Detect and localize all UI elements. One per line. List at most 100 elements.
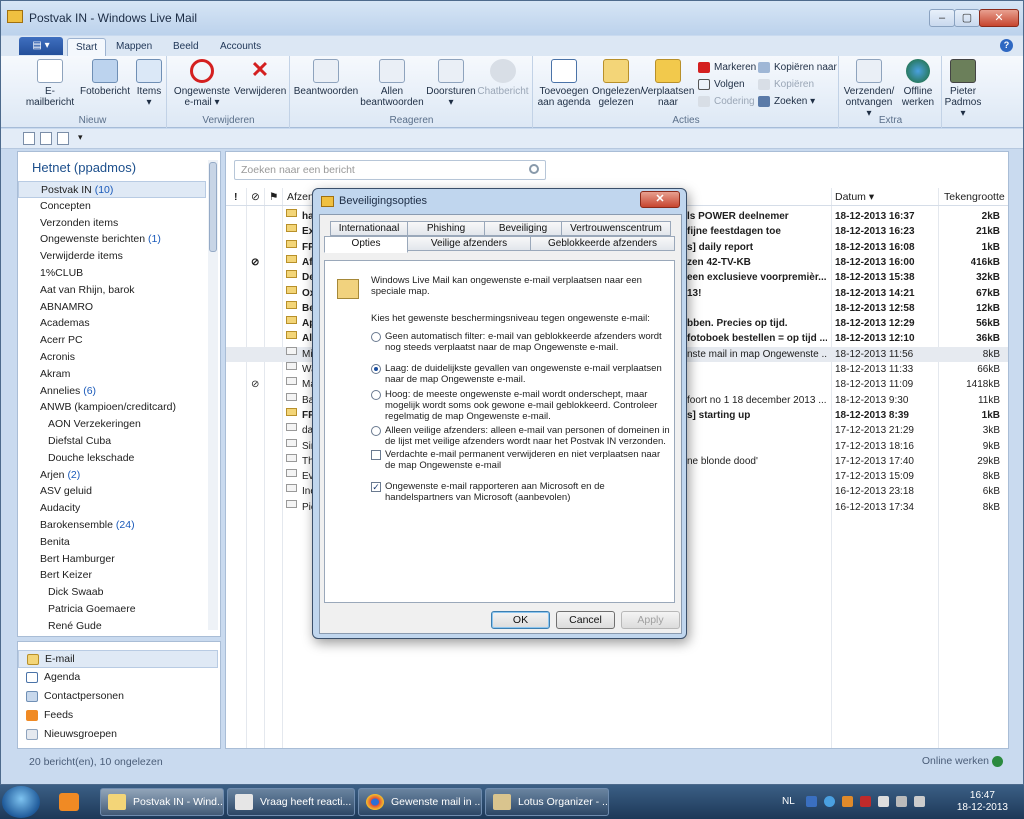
language-indicator[interactable]: NL [782, 796, 795, 807]
follow-button[interactable]: Volgen [698, 77, 745, 93]
copy-button[interactable]: Kopiëren [758, 77, 814, 93]
volume-icon[interactable] [914, 796, 925, 807]
folder-item[interactable]: AON Verzekeringen [18, 416, 206, 433]
folder-item[interactable]: Ongewenste berichten (1) [18, 231, 206, 248]
folder-item[interactable]: Douche lekschade [18, 450, 206, 467]
priority-column-header[interactable]: ! [234, 191, 238, 203]
nav-contacts[interactable]: Contactpersonen [18, 688, 218, 706]
cancel-button[interactable]: Cancel [556, 611, 615, 629]
close-button[interactable]: ✕ [979, 9, 1019, 27]
search-icon[interactable] [529, 164, 539, 174]
delete-suspicious-checkbox[interactable] [371, 450, 381, 460]
new-email-button[interactable]: E-mailbericht [23, 59, 77, 108]
search-input[interactable]: Zoeken naar een bericht [234, 160, 546, 180]
items-button[interactable]: Items ▾ [133, 59, 165, 108]
dialog-title[interactable]: Beveiligingsopties [321, 195, 427, 207]
qat-send-icon[interactable] [57, 132, 69, 145]
tab-internationaal[interactable]: Internationaal [330, 221, 408, 236]
nav-calendar[interactable]: Agenda [18, 669, 218, 687]
folder-item[interactable]: ASV geluid [18, 483, 206, 500]
from-column-header[interactable]: Afzen [287, 191, 314, 203]
nav-email[interactable]: E-mail [18, 650, 218, 668]
delete-button[interactable]: ✕ Verwijderen [234, 59, 286, 98]
move-to-button[interactable]: Verplaatsen naar [640, 59, 696, 108]
tab-veilige-afzenders[interactable]: Veilige afzenders [407, 236, 531, 251]
protection-level-radio[interactable] [371, 426, 381, 436]
tab-vertrouwenscentrum[interactable]: Vertrouwenscentrum [561, 221, 671, 236]
folder-item[interactable]: Dick Swaab [18, 584, 206, 601]
bluetooth-icon[interactable] [806, 796, 817, 807]
folder-item[interactable]: Acerr PC [18, 332, 206, 349]
tab-accounts[interactable]: Accounts [212, 38, 269, 56]
folder-item[interactable]: Barokensemble (24) [18, 517, 206, 534]
tab-opties[interactable]: Opties [324, 236, 408, 253]
folder-item[interactable]: Concepten [18, 198, 206, 215]
protection-level-radio[interactable] [371, 364, 381, 374]
send-receive-button[interactable]: Verzenden/ ontvangen ▾ [842, 59, 896, 119]
account-name[interactable]: Hetnet (ppadmos) [32, 160, 136, 175]
media-player-icon[interactable] [50, 788, 88, 816]
folder-item[interactable]: René Gude [18, 618, 206, 635]
report-junk-checkbox[interactable]: ✓ [371, 482, 381, 492]
taskbar-task-mail[interactable]: Postvak IN - Wind... [100, 788, 224, 816]
folder-item[interactable]: ANWB (kampioen/creditcard) [18, 399, 206, 416]
folder-item[interactable]: Patricia Goemaere [18, 601, 206, 618]
tab-phishing[interactable]: Phishing [407, 221, 485, 236]
clock[interactable]: 16:47 18-12-2013 [957, 790, 1008, 814]
folder-item[interactable]: 1%CLUB [18, 265, 206, 282]
apply-button[interactable]: Apply [621, 611, 680, 629]
protection-level-radio[interactable] [371, 332, 381, 342]
folder-item[interactable]: Acronis [18, 349, 206, 366]
folder-item[interactable]: ABNAMRO [18, 299, 206, 316]
reply-all-button[interactable]: Allen beantwoorden [359, 59, 425, 108]
folder-item[interactable]: Arjen (2) [18, 467, 206, 484]
start-button[interactable] [2, 786, 40, 818]
tab-beveiliging[interactable]: Beveiliging [484, 221, 562, 236]
nav-feeds[interactable]: Feeds [18, 707, 218, 725]
folder-item[interactable]: Verzonden items [18, 215, 206, 232]
date-column-header[interactable]: Datum ▾ [835, 191, 874, 203]
qat-dropdown-icon[interactable]: ▾ [78, 132, 83, 143]
app-menu-button[interactable]: ▤ ▾ [19, 37, 63, 55]
chat-button[interactable]: Chatbericht [477, 59, 529, 97]
taskbar-task-chrome[interactable]: Gewenste mail in ... [358, 788, 482, 816]
size-column-header[interactable]: Tekengrootte [944, 191, 1005, 203]
flag-icon[interactable] [878, 796, 889, 807]
minimize-button[interactable]: ‒ [929, 9, 955, 27]
folder-item[interactable]: Benita [18, 534, 206, 551]
ok-button[interactable]: OK [491, 611, 550, 629]
qat-new-icon[interactable] [23, 132, 35, 145]
add-to-calendar-button[interactable]: Toevoegen aan agenda [536, 59, 592, 108]
user-profile-button[interactable]: Pieter Padmos ▾ [943, 59, 983, 119]
folder-item[interactable]: Verwijderde items [18, 248, 206, 265]
tab-mappen[interactable]: Mappen [108, 38, 160, 56]
update-icon[interactable] [824, 796, 835, 807]
alert-icon[interactable] [860, 796, 871, 807]
folder-item[interactable]: Audacity [18, 500, 206, 517]
qat-reply-icon[interactable] [40, 132, 52, 145]
folder-item[interactable]: Postvak IN (10) [18, 181, 206, 198]
folder-item[interactable]: Bert Keizer [18, 567, 206, 584]
tab-beeld[interactable]: Beeld [165, 38, 207, 56]
maximize-button[interactable]: ▢ [954, 9, 980, 27]
flag-column-header[interactable]: ⚑ [269, 191, 278, 203]
work-offline-button[interactable]: Offline werken [896, 59, 940, 108]
tab-geblokkeerde-afzenders[interactable]: Geblokkeerde afzenders [530, 236, 675, 251]
folder-item[interactable]: Bert Hamburger [18, 551, 206, 568]
security-icon[interactable] [842, 796, 853, 807]
tab-start[interactable]: Start [67, 38, 107, 56]
flag-button[interactable]: Markeren [698, 60, 756, 76]
protection-level-radio[interactable] [371, 390, 381, 400]
folder-scrollbar-thumb[interactable] [209, 162, 217, 252]
title-bar[interactable]: Postvak IN - Windows Live Mail ‒ ▢ ✕ [1, 1, 1023, 35]
encoding-button[interactable]: Codering [698, 94, 755, 110]
folder-scrollbar[interactable] [208, 160, 218, 630]
dialog-close-button[interactable]: ✕ [640, 191, 680, 208]
taskbar-task-lotus[interactable]: Lotus Organizer - ... [485, 788, 609, 816]
taskbar-task-question[interactable]: Vraag heeft reacti... [227, 788, 355, 816]
folder-item[interactable]: Annelies (6) [18, 383, 206, 400]
forward-button[interactable]: Doorsturen ▾ [425, 59, 477, 108]
network-icon[interactable] [896, 796, 907, 807]
find-button[interactable]: Zoeken ▾ [758, 94, 815, 110]
photo-message-button[interactable]: Fotobericht [79, 59, 131, 97]
